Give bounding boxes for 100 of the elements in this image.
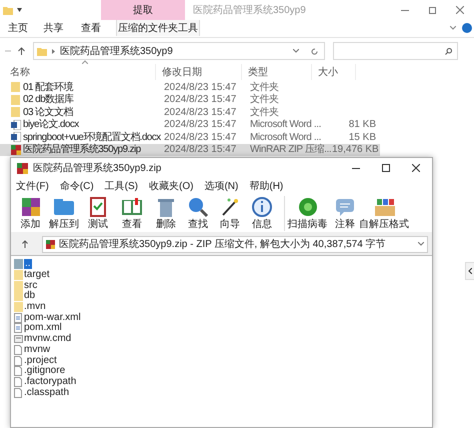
- toolbar-icon: [296, 196, 318, 218]
- toolbar-icon: [53, 196, 75, 218]
- file-type: WinRAR ZIP 压缩...: [250, 142, 332, 158]
- maximize-icon[interactable]: [382, 164, 390, 172]
- archive-icon: [11, 144, 21, 155]
- column-header[interactable]: 修改日期: [162, 64, 202, 80]
- file-name: biye论文.docx: [23, 118, 79, 132]
- file-type: 文件夹: [250, 80, 279, 94]
- window-title: 医院药品管理系统350yp9.zip: [33, 162, 162, 176]
- close-icon[interactable]: [412, 164, 420, 172]
- menu-item[interactable]: 帮助(H): [249, 178, 284, 194]
- ribbon-tab[interactable]: 主页: [3, 20, 33, 36]
- column-header[interactable]: 类型: [248, 64, 268, 80]
- search-icon: [445, 48, 452, 54]
- up-arrow-icon[interactable]: [22, 240, 28, 248]
- file-name: 03 论文文档: [23, 106, 73, 118]
- menu-item[interactable]: 工具(S): [104, 178, 138, 194]
- file-name: springboot+vue环境配置文档.docx: [23, 130, 161, 144]
- column-header[interactable]: 大小: [318, 64, 338, 80]
- toolbar-button[interactable]: 自解压格式: [360, 196, 408, 231]
- search-field[interactable]: [333, 42, 458, 60]
- menu-item[interactable]: 命令(C): [60, 178, 94, 194]
- file-type: Microsoft Word ...: [250, 118, 321, 132]
- file-row[interactable]: 01 配套环境 2024/8/23 15:47 文件夹: [0, 81, 380, 94]
- up-folder-icon: [14, 259, 23, 270]
- folder-icon: [11, 94, 20, 105]
- toolbar-button[interactable]: 查找: [182, 196, 214, 231]
- archive-item[interactable]: ..: [24, 259, 32, 270]
- document-icon: [11, 120, 21, 130]
- archive-item[interactable]: .gitignore: [24, 366, 66, 376]
- file-date: 2024/8/23 15:47: [164, 93, 238, 108]
- dropdown-icon[interactable]: [17, 8, 22, 12]
- folder-icon: [14, 302, 23, 312]
- folder-icon: [11, 82, 20, 92]
- file-name: 01 配套环境: [23, 80, 73, 94]
- toolbar-button[interactable]: 删除: [150, 196, 182, 231]
- archive-item[interactable]: mvnw: [24, 344, 50, 355]
- file-row[interactable]: springboot+vue环境配置文档.docx 2024/8/23 15:47 Microsoft Word ... 15 KB: [0, 131, 380, 144]
- file-size: 15 KB: [348, 130, 376, 145]
- toolbar-button[interactable]: 扫描病毒: [284, 196, 330, 231]
- file-row[interactable]: 03 论文文档 2024/8/23 15:47 文件夹: [0, 106, 380, 118]
- ribbon-tab[interactable]: 共享: [36, 20, 71, 36]
- file-size: 81 KB: [348, 118, 376, 132]
- archive-item[interactable]: .project: [24, 356, 57, 366]
- chevron-icon[interactable]: [450, 26, 456, 30]
- column-header[interactable]: 名称: [10, 64, 30, 80]
- dropdown-icon[interactable]: [418, 242, 424, 246]
- archive-item[interactable]: db: [24, 291, 36, 302]
- archive-icon: [46, 240, 55, 248]
- file-row[interactable]: biye论文.docx 2024/8/23 15:47 Microsoft Word ... 81 KB: [0, 118, 380, 131]
- toolbar-icon: [187, 196, 209, 218]
- archive-item[interactable]: .factorypath: [24, 376, 76, 387]
- ribbon-tab[interactable]: 压缩的文件夹工具: [116, 20, 200, 36]
- refresh-icon[interactable]: [311, 48, 318, 54]
- archive-item[interactable]: mvnw.cmd: [24, 334, 72, 344]
- file-type: Microsoft Word ...: [250, 130, 321, 144]
- folder-icon: [11, 107, 20, 118]
- file-type: 文件夹: [250, 92, 279, 106]
- address-path: 医院药品管理系统350yp9: [60, 44, 173, 58]
- menu-item[interactable]: 文件(F): [16, 178, 49, 194]
- archive-item[interactable]: .mvn: [24, 302, 46, 312]
- archive-item[interactable]: .classpath: [24, 388, 70, 398]
- file-row[interactable]: 医院药品管理系统350yp9.zip 2024/8/23 15:47 WinRAR ZIP 压缩...19,476 KB: [0, 144, 380, 156]
- archive-icon: [17, 162, 28, 174]
- menu-item[interactable]: 选项(N): [204, 178, 238, 194]
- menu-item[interactable]: 收藏夹(O): [149, 178, 194, 194]
- file-name: 医院药品管理系统350yp9.zip: [23, 142, 141, 158]
- file-date: 2024/8/23 15:47: [164, 80, 238, 94]
- address-bar[interactable]: 医院药品管理系统350yp9: [33, 42, 325, 60]
- archive-path-field[interactable]: 医院药品管理系统350yp9.zip - ZIP 压缩文件, 解包大小为 40,387,574 字节: [42, 236, 428, 252]
- toolbar-button[interactable]: 添加: [15, 196, 46, 231]
- up-arrow-icon[interactable]: [18, 47, 25, 55]
- file-date: 2024/8/23 15:47: [164, 118, 238, 132]
- file-name: 02 db数据库: [23, 92, 74, 106]
- dropdown-icon[interactable]: [293, 49, 299, 53]
- folder-icon: [14, 280, 23, 291]
- file-type: 文件夹: [250, 106, 279, 120]
- chevron-icon: [468, 268, 472, 274]
- collapse-button[interactable]: [465, 262, 474, 280]
- toolbar-icon: [155, 196, 177, 218]
- file-date: 2024/8/23 15:47: [164, 106, 238, 120]
- toolbar-icon: [20, 196, 42, 218]
- file-row[interactable]: 02 db数据库 2024/8/23 15:47 文件夹: [0, 94, 380, 106]
- archive-item[interactable]: src: [24, 280, 38, 291]
- archive-info: 医院药品管理系统350yp9.zip - ZIP 压缩文件, 解包大小为 40,387,574 字节: [59, 238, 386, 252]
- folder-icon: [14, 291, 23, 302]
- archive-item[interactable]: pom-war.xml: [24, 312, 81, 323]
- toolbar-icon: [251, 196, 273, 218]
- toolbar-button[interactable]: 查看: [114, 196, 150, 231]
- archive-item[interactable]: target: [24, 270, 50, 280]
- ribbon-tab[interactable]: 查看: [74, 20, 108, 36]
- archive-item[interactable]: pom.xml: [24, 323, 62, 334]
- document-icon: [11, 132, 21, 142]
- toolbar-button[interactable]: 信息: [246, 196, 278, 231]
- toolbar-button[interactable]: 注释: [330, 196, 360, 231]
- context-tab[interactable]: 提取: [101, 0, 185, 20]
- toolbar-button[interactable]: 测试: [82, 196, 114, 231]
- toolbar-icon: [373, 196, 395, 218]
- toolbar-button[interactable]: 向导: [214, 196, 246, 231]
- toolbar-button[interactable]: 解压到: [46, 196, 82, 231]
